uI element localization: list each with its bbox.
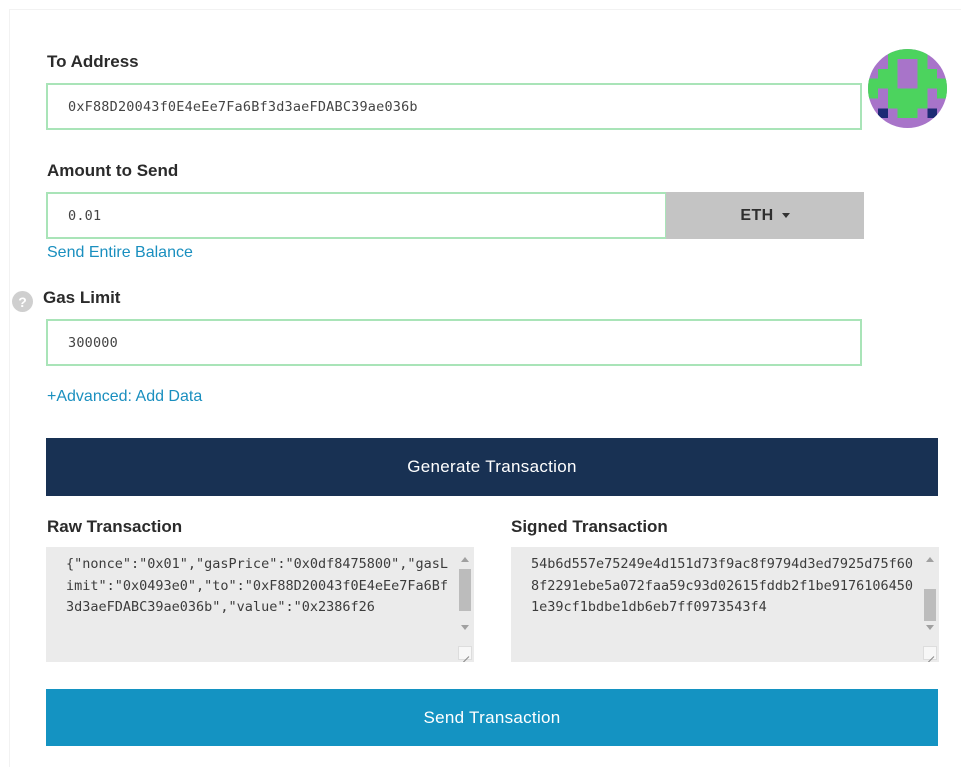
scroll-up-icon[interactable] xyxy=(926,557,934,562)
raw-transaction-textarea[interactable]: {"nonce":"0x01","gasPrice":"0x0df8475800… xyxy=(46,547,474,662)
to-address-label: To Address xyxy=(47,52,139,71)
signed-transaction-textarea[interactable]: 54b6d557e75249e4d151d73f9ac8f9794d3ed792… xyxy=(511,547,939,662)
send-transaction-button[interactable]: Send Transaction xyxy=(46,689,938,746)
scroll-down-icon[interactable] xyxy=(926,625,934,630)
generate-transaction-button[interactable]: Generate Transaction xyxy=(46,438,938,496)
signed-transaction-text: 54b6d557e75249e4d151d73f9ac8f9794d3ed792… xyxy=(531,556,914,615)
currency-dropdown[interactable]: ETH xyxy=(666,192,864,239)
scrollbar-thumb[interactable] xyxy=(924,589,936,621)
resize-handle-icon[interactable] xyxy=(923,646,937,660)
raw-transaction-text: {"nonce":"0x01","gasPrice":"0x0df8475800… xyxy=(66,556,449,615)
caret-down-icon xyxy=(781,213,790,218)
address-identicon xyxy=(868,49,947,128)
question-circle-icon[interactable]: ? xyxy=(12,291,33,312)
signed-transaction-scrollbar[interactable] xyxy=(921,547,939,662)
resize-handle-icon[interactable] xyxy=(458,646,472,660)
amount-input[interactable]: 0.01 xyxy=(46,192,667,239)
amount-label: Amount to Send xyxy=(47,161,179,180)
advanced-add-data-link[interactable]: +Advanced: Add Data xyxy=(47,388,202,406)
raw-transaction-label: Raw Transaction xyxy=(47,517,183,536)
raw-transaction-scrollbar[interactable] xyxy=(456,547,474,662)
gas-limit-label: Gas Limit xyxy=(43,288,121,307)
scroll-down-icon[interactable] xyxy=(461,625,469,630)
currency-label: ETH xyxy=(740,206,774,224)
scrollbar-thumb[interactable] xyxy=(459,569,471,611)
signed-transaction-label: Signed Transaction xyxy=(511,517,668,536)
send-entire-balance-link[interactable]: Send Entire Balance xyxy=(47,244,193,262)
scroll-up-icon[interactable] xyxy=(461,557,469,562)
to-address-input[interactable]: 0xF88D20043f0E4eEe7Fa6Bf3d3aeFDABC39ae03… xyxy=(46,83,862,130)
gas-limit-input[interactable]: 300000 xyxy=(46,319,862,366)
